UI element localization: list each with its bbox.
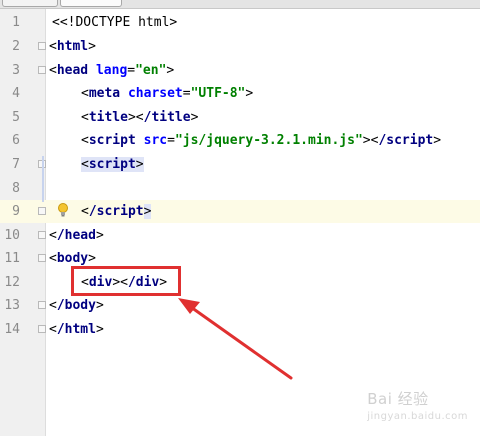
- tab-strip: [0, 0, 480, 9]
- code-line[interactable]: 14 </html>: [0, 318, 480, 341]
- code-text: </script>: [81, 204, 152, 219]
- tag-name: head: [56, 63, 89, 78]
- code-text: <html>: [49, 39, 96, 54]
- code-text: <script>: [81, 157, 144, 172]
- tag-name: meta: [88, 86, 121, 101]
- tag-name: /body: [56, 298, 96, 313]
- code-line[interactable]: 6 <script src="js/jquery-3.2.1.min.js"><…: [0, 129, 480, 152]
- code-line[interactable]: 8: [0, 177, 480, 200]
- code-line[interactable]: 2 <html>: [0, 35, 480, 58]
- attribute-value: "UTF-8": [190, 86, 246, 101]
- tag-name: /script: [378, 133, 434, 148]
- fold-close-icon[interactable]: [38, 207, 46, 215]
- doctype-text: <!DOCTYPE html>: [59, 15, 178, 30]
- code-line[interactable]: 13 </body>: [0, 294, 480, 317]
- code-line[interactable]: 10 </head>: [0, 224, 480, 247]
- code-text: </body>: [49, 298, 104, 313]
- attribute-value: "en": [135, 63, 167, 78]
- fold-open-icon[interactable]: [38, 254, 46, 262]
- attribute-name: src: [143, 133, 168, 148]
- tag-name: script: [88, 133, 136, 148]
- code-line[interactable]: 7 <script>: [0, 153, 480, 176]
- line-number: 14: [4, 322, 20, 337]
- line-number: 12: [4, 275, 20, 290]
- code-text: <head lang="en">: [49, 63, 175, 78]
- attribute-name: lang: [95, 63, 128, 78]
- fold-open-icon[interactable]: [38, 42, 46, 50]
- watermark-subtext: jingyan.baidu.com: [367, 411, 468, 422]
- line-number: 8: [12, 181, 20, 196]
- line-number: 4: [12, 86, 20, 101]
- line-number: 10: [4, 228, 20, 243]
- tag-name: body: [56, 251, 89, 266]
- watermark: Bai 经验 jingyan.baidu.com: [367, 388, 468, 422]
- code-text: </head>: [49, 228, 104, 243]
- fold-close-icon[interactable]: [38, 325, 46, 333]
- tag-name: script: [88, 157, 136, 172]
- tag-name: /title: [143, 110, 191, 125]
- line-number: 1: [12, 15, 20, 30]
- line-number: 6: [12, 133, 20, 148]
- code-text: <<!DOCTYPE html>: [52, 15, 178, 30]
- code-text: <title></title>: [81, 110, 199, 125]
- fold-close-icon[interactable]: [38, 301, 46, 309]
- tag-name: html: [56, 39, 89, 54]
- highlight-box: [71, 266, 181, 296]
- code-line-current[interactable]: 9 </script>: [0, 200, 480, 223]
- attribute-name: charset: [127, 86, 183, 101]
- line-number: 11: [4, 251, 20, 266]
- code-line[interactable]: 1 <<!DOCTYPE html>: [0, 11, 480, 34]
- code-line[interactable]: 3 <head lang="en">: [0, 59, 480, 82]
- code-line[interactable]: 4 <meta charset="UTF-8">: [0, 82, 480, 105]
- editor-tab-1[interactable]: [2, 0, 58, 7]
- line-number: 2: [12, 39, 20, 54]
- tag-name: title: [88, 110, 128, 125]
- tag-name: /head: [56, 228, 96, 243]
- code-text: <script src="js/jquery-3.2.1.min.js"></s…: [81, 133, 442, 148]
- line-number: 3: [12, 63, 20, 78]
- tag-name: /html: [56, 322, 96, 337]
- line-number: 9: [12, 204, 20, 219]
- line-number: 5: [12, 110, 20, 125]
- line-number: 7: [12, 157, 20, 172]
- code-text: <meta charset="UTF-8">: [81, 86, 254, 101]
- code-text: </html>: [49, 322, 104, 337]
- code-line[interactable]: 5 <title></title>: [0, 106, 480, 129]
- attribute-value: "js/jquery-3.2.1.min.js": [174, 133, 363, 148]
- watermark-text: Bai 经验: [367, 390, 429, 408]
- fold-close-icon[interactable]: [38, 231, 46, 239]
- fold-open-icon[interactable]: [38, 66, 46, 74]
- scope-indicator-bar: [42, 156, 44, 202]
- editor-tab-2[interactable]: [60, 0, 122, 7]
- tag-name: /script: [88, 204, 144, 219]
- lightbulb-icon[interactable]: [57, 202, 69, 218]
- line-number: 13: [4, 298, 20, 313]
